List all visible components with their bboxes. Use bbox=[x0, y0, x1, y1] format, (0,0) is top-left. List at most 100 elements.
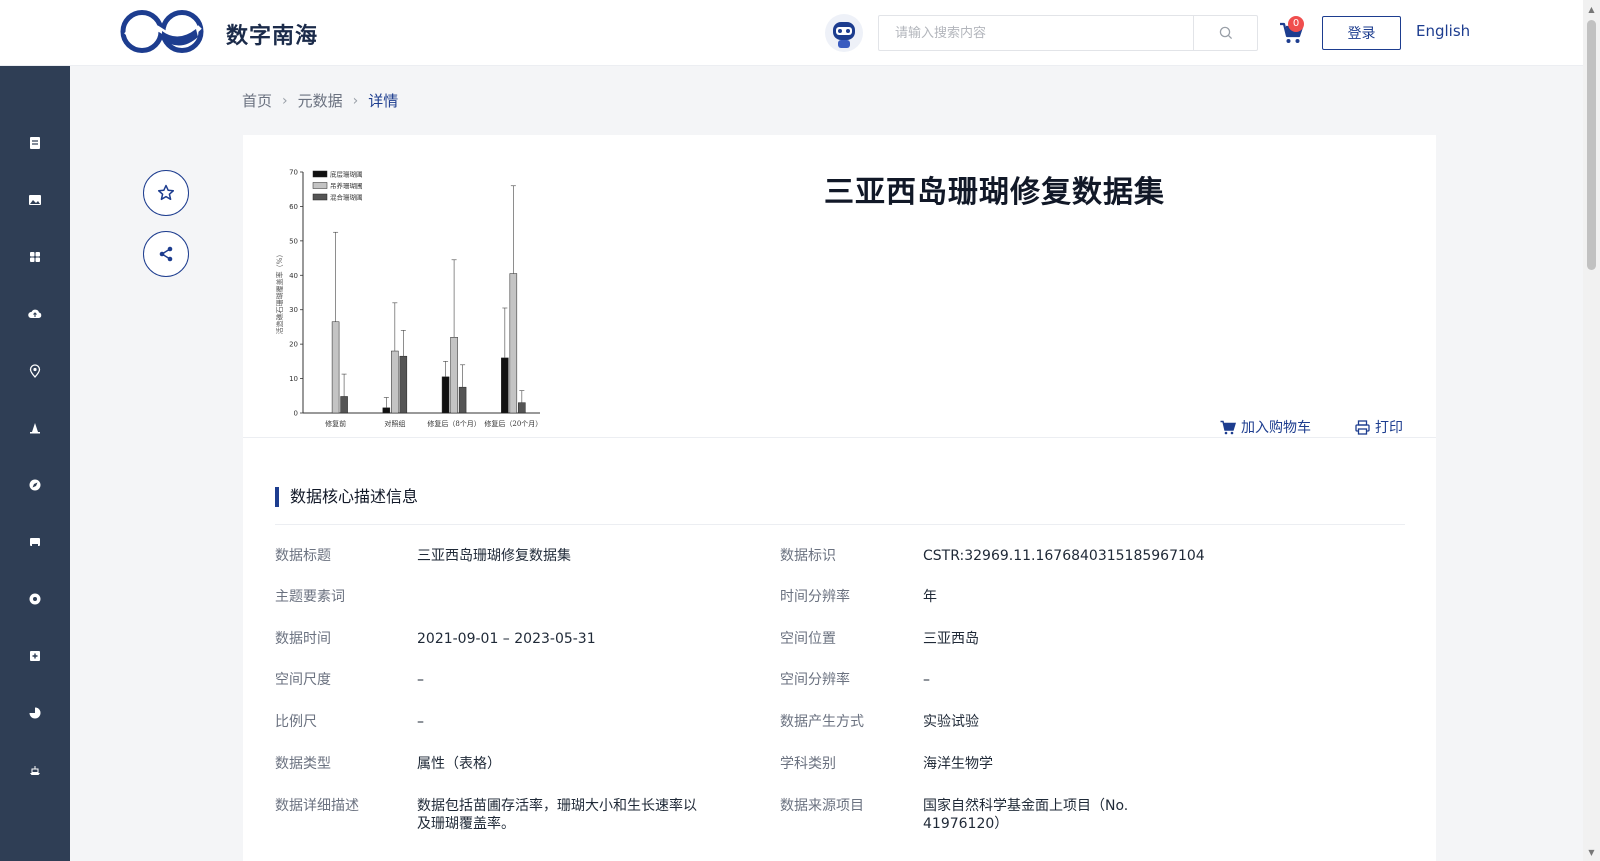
chevron-right-icon: › bbox=[282, 92, 288, 109]
sidebar-item-card[interactable] bbox=[0, 522, 70, 562]
star-icon bbox=[157, 184, 175, 201]
bar bbox=[331, 321, 340, 414]
bar bbox=[450, 337, 458, 414]
robot-assistant-icon[interactable] bbox=[824, 13, 864, 53]
scroll-up-arrow-icon[interactable]: ▲ bbox=[1583, 2, 1600, 16]
meta-value: – bbox=[417, 714, 424, 730]
sidebar-item-grid[interactable] bbox=[0, 237, 70, 277]
meta-value: – bbox=[417, 672, 424, 688]
legend-label: 底层珊瑚圃 bbox=[330, 170, 363, 179]
legend-swatch bbox=[312, 170, 328, 178]
meta-label: 数据产生方式 bbox=[780, 714, 864, 730]
bar bbox=[399, 355, 408, 414]
language-switch-link[interactable]: English bbox=[1416, 22, 1470, 40]
sidebar-item-ship[interactable] bbox=[0, 750, 70, 790]
meta-value: 实验试验 bbox=[923, 714, 979, 730]
y-tick-label: 70 bbox=[289, 169, 298, 177]
section-title: 数据核心描述信息 bbox=[275, 487, 418, 507]
dataset-thumbnail-chart[interactable]: 0 10 20 30 40 50 60 70 活造礁石珊瑚覆盖率（%） 修复前 对照组 修复后（8个月… bbox=[273, 160, 553, 435]
print-link[interactable]: 打印 bbox=[1355, 417, 1403, 437]
image-icon bbox=[29, 195, 41, 205]
bar bbox=[391, 350, 399, 414]
meta-value: 41976120） bbox=[923, 816, 1009, 832]
breadcrumb: 首页 › 元数据 › 详情 bbox=[242, 90, 398, 111]
legend-label: 混合珊瑚圃 bbox=[330, 193, 363, 202]
meta-label: 数据来源项目 bbox=[780, 798, 864, 814]
meta-label: 数据标识 bbox=[780, 548, 836, 564]
sidebar-item-station[interactable] bbox=[0, 408, 70, 448]
bar bbox=[441, 376, 450, 414]
grid-icon bbox=[30, 252, 40, 262]
legend-label: 吊养珊瑚圃 bbox=[330, 181, 363, 190]
y-axis-label: 活造礁石珊瑚覆盖率（%） bbox=[275, 251, 284, 335]
scroll-down-arrow-icon[interactable]: ▼ bbox=[1583, 845, 1600, 859]
search-box bbox=[878, 15, 1258, 51]
search-icon bbox=[1219, 26, 1232, 40]
cart-count-badge: 0 bbox=[1288, 16, 1304, 32]
bar bbox=[340, 396, 348, 414]
meta-label: 数据时间 bbox=[275, 631, 331, 647]
meta-value: CSTR:32969.11.1676840315185967104 bbox=[923, 548, 1205, 564]
meta-label: 空间尺度 bbox=[275, 672, 331, 688]
sidebar-item-cloud-upload[interactable] bbox=[0, 294, 70, 334]
y-tick-label: 0 bbox=[294, 410, 298, 418]
ship-icon bbox=[30, 766, 40, 775]
logo-icon[interactable] bbox=[120, 9, 205, 54]
y-tick-label: 40 bbox=[289, 272, 298, 280]
sidebar-item-image[interactable] bbox=[0, 180, 70, 220]
globe-icon bbox=[29, 593, 41, 605]
document-icon bbox=[30, 137, 40, 149]
meta-label: 数据详细描述 bbox=[275, 798, 359, 814]
sidebar-item-compass[interactable] bbox=[0, 465, 70, 505]
search-input[interactable] bbox=[879, 16, 1193, 50]
meta-value: 三亚西岛 bbox=[923, 631, 979, 647]
medical-kit-icon bbox=[30, 651, 40, 661]
meta-label: 空间分辨率 bbox=[780, 672, 850, 688]
y-tick-label: 10 bbox=[289, 375, 298, 383]
scroll-thumb[interactable] bbox=[1587, 20, 1596, 270]
meta-label: 数据标题 bbox=[275, 548, 331, 564]
print-label: 打印 bbox=[1375, 420, 1403, 436]
dataset-detail-card: 0 10 20 30 40 50 60 70 活造礁石珊瑚覆盖率（%） 修复前 对照组 修复后（8个月… bbox=[243, 135, 1436, 861]
meta-value: 2021-09-01 – 2023-05-31 bbox=[417, 631, 596, 647]
location-pin-icon bbox=[29, 364, 41, 378]
meta-value: 属性（表格） bbox=[417, 756, 501, 772]
meta-value: 数据包括苗圃存活率，珊瑚大小和生长速率以 bbox=[417, 798, 697, 814]
card-divider bbox=[243, 437, 1436, 438]
printer-icon bbox=[1355, 419, 1370, 435]
favorite-button[interactable] bbox=[143, 170, 189, 216]
login-button[interactable]: 登录 bbox=[1322, 16, 1401, 50]
bar bbox=[518, 402, 526, 414]
meta-value: 年 bbox=[923, 589, 937, 605]
breadcrumb-metadata[interactable]: 元数据 bbox=[298, 90, 343, 111]
bar bbox=[458, 386, 467, 414]
dataset-title: 三亚西岛珊瑚修复数据集 bbox=[824, 175, 1165, 210]
meta-label: 学科类别 bbox=[780, 756, 836, 772]
meta-label: 时间分辨率 bbox=[780, 589, 850, 605]
cloud-upload-icon bbox=[28, 309, 42, 318]
share-button[interactable] bbox=[143, 231, 189, 277]
section-divider bbox=[275, 524, 1405, 525]
x-tick-label: 修复前 bbox=[325, 419, 346, 428]
bar bbox=[382, 407, 391, 414]
meta-label: 主题要素词 bbox=[275, 589, 345, 605]
legend-swatch bbox=[312, 182, 328, 189]
breadcrumb-home[interactable]: 首页 bbox=[242, 90, 272, 111]
cart-icon bbox=[1220, 420, 1236, 434]
sidebar-item-location[interactable] bbox=[0, 351, 70, 391]
search-button[interactable] bbox=[1193, 16, 1257, 50]
meta-value: 三亚西岛珊瑚修复数据集 bbox=[417, 548, 571, 564]
y-tick-label: 50 bbox=[289, 237, 298, 245]
bookmark-card-icon bbox=[30, 538, 40, 547]
sidebar-item-medical[interactable] bbox=[0, 636, 70, 676]
add-to-cart-link[interactable]: 加入购物车 bbox=[1220, 417, 1311, 437]
sidebar-item-stats[interactable] bbox=[0, 693, 70, 733]
x-tick-label: 修复后（20个月） bbox=[484, 419, 542, 428]
sidebar-item-globe[interactable] bbox=[0, 579, 70, 619]
page-scrollbar[interactable]: ▲ ▼ bbox=[1583, 0, 1600, 861]
meta-label: 空间位置 bbox=[780, 631, 836, 647]
sidebar-item-document[interactable] bbox=[0, 123, 70, 163]
add-to-cart-label: 加入购物车 bbox=[1241, 420, 1311, 436]
meta-label: 比例尺 bbox=[275, 714, 317, 730]
y-tick-label: 30 bbox=[289, 306, 298, 314]
